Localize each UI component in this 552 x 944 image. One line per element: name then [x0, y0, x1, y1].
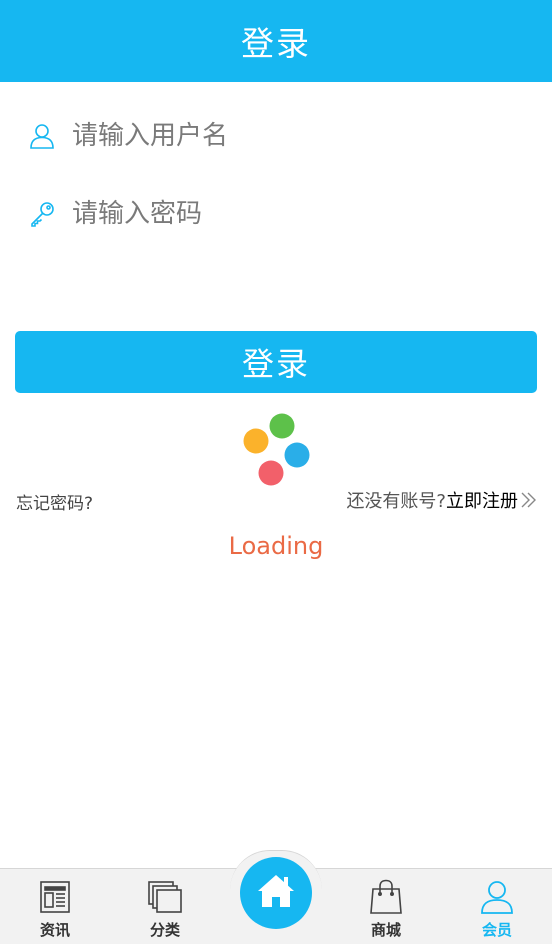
- login-button[interactable]: 登录: [15, 331, 537, 393]
- spinner-dot-red: [258, 460, 284, 486]
- tab-member-label: 会员: [481, 921, 512, 939]
- page-title: 登录: [241, 24, 311, 63]
- register-link[interactable]: 立即注册: [446, 487, 518, 513]
- tab-mall[interactable]: 商城: [331, 869, 441, 944]
- username-input[interactable]: [72, 114, 512, 158]
- tab-home[interactable]: [240, 857, 312, 929]
- tab-member[interactable]: 会员: [442, 869, 552, 944]
- spinner-dot-blue: [284, 442, 310, 468]
- spinner-dot-green: [269, 413, 295, 439]
- password-input[interactable]: [72, 192, 512, 236]
- loading-text: Loading: [228, 532, 324, 560]
- tab-mall-label: 商城: [370, 921, 401, 939]
- login-screen: 登录 登录 忘记密码? 还没有账号? 立即注册: [0, 0, 552, 944]
- tab-news[interactable]: 资讯: [0, 869, 110, 944]
- header-bar: 登录: [0, 0, 552, 82]
- password-row: [0, 184, 552, 244]
- key-icon: [27, 199, 57, 229]
- spinner-dot-orange: [243, 428, 269, 454]
- user-icon: [27, 121, 57, 151]
- category-icon: [145, 877, 185, 917]
- double-chevron-right-icon[interactable]: [520, 490, 538, 510]
- register-area: 还没有账号? 立即注册: [346, 487, 538, 513]
- loading-spinner: [243, 413, 310, 486]
- forgot-password-link[interactable]: 忘记密码?: [16, 489, 93, 514]
- shopping-bag-icon: [366, 877, 406, 917]
- home-icon: [257, 873, 295, 913]
- member-icon: [477, 877, 517, 917]
- no-account-text: 还没有账号?: [346, 491, 446, 512]
- tab-news-label: 资讯: [39, 921, 70, 939]
- tab-category[interactable]: 分类: [110, 869, 220, 944]
- username-row: [0, 106, 552, 166]
- news-icon: [35, 877, 75, 917]
- tab-category-label: 分类: [149, 921, 180, 939]
